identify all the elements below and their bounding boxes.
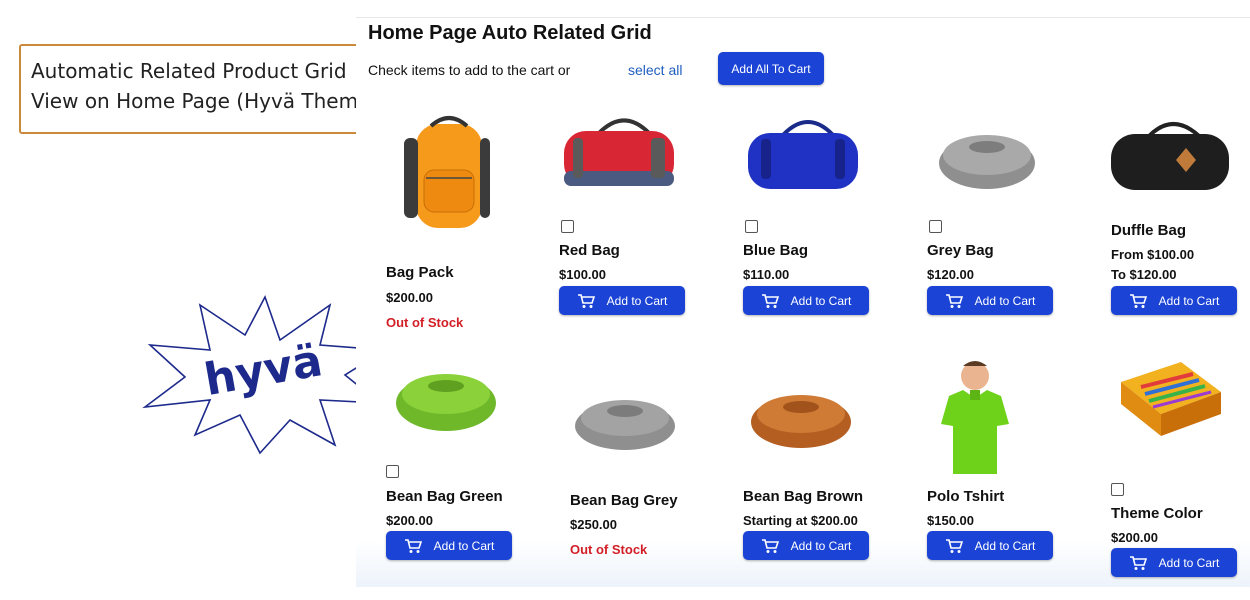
cart-icon <box>577 293 595 308</box>
product-card-polo-tshirt: Polo Tshirt $150.00 Add to Cart <box>927 348 1067 563</box>
polo-tshirt-icon[interactable] <box>927 354 1057 474</box>
select-all-link[interactable]: select all <box>628 62 682 78</box>
product-price: $250.00 <box>570 517 617 532</box>
product-name[interactable]: Bean Bag Brown <box>743 488 863 505</box>
product-checkbox[interactable] <box>561 220 574 233</box>
add-all-to-cart-button[interactable]: Add All To Cart <box>718 52 824 85</box>
caption-line-1: Automatic Related Product Grid <box>31 59 347 83</box>
caption-box: Automatic Related Product Grid View on H… <box>19 44 389 134</box>
product-checkbox[interactable] <box>929 220 942 233</box>
product-price: $200.00 <box>386 290 433 305</box>
add-to-cart-label: Add to Cart <box>790 538 852 553</box>
hyva-logo: hyvä <box>140 285 390 460</box>
product-price: $110.00 <box>743 267 790 282</box>
color-boxes-icon[interactable] <box>1111 352 1241 442</box>
grey-beanbag-icon[interactable] <box>927 103 1057 203</box>
product-card-bag-pack: Bag Pack $200.00 Out of Stock <box>386 108 526 330</box>
product-checkbox[interactable] <box>386 465 399 478</box>
red-duffle-icon[interactable] <box>559 103 689 203</box>
product-checkbox[interactable] <box>1111 483 1124 496</box>
product-name[interactable]: Blue Bag <box>743 242 808 259</box>
product-price: $120.00 <box>927 267 974 282</box>
related-grid-panel: Home Page Auto Related Grid Check items … <box>356 17 1250 587</box>
product-card-bean-bag-green: Bean Bag Green $200.00 Add to Cart <box>386 348 526 563</box>
stock-status: Out of Stock <box>386 315 464 330</box>
add-to-cart-label: Add to Cart <box>1158 293 1220 308</box>
cart-icon <box>1129 555 1147 570</box>
product-checkbox[interactable] <box>745 220 758 233</box>
panel-title: Home Page Auto Related Grid <box>368 22 652 44</box>
check-instruction: Check items to add to the cart or <box>368 62 571 78</box>
product-price: $100.00 <box>559 267 606 282</box>
cart-icon <box>1129 293 1147 308</box>
product-card-bean-bag-grey: Bean Bag Grey $250.00 Out of Stock <box>570 378 710 568</box>
product-name[interactable]: Bean Bag Grey <box>570 492 678 509</box>
caption-line-2: View on Home Page (Hyvä Themes) <box>31 89 389 113</box>
product-card-bean-bag-brown: Bean Bag Brown Starting at $200.00 Add t… <box>743 348 883 563</box>
add-to-cart-button[interactable]: Add to Cart <box>743 531 869 560</box>
add-to-cart-button[interactable]: Add to Cart <box>927 286 1053 315</box>
add-to-cart-button[interactable]: Add to Cart <box>559 286 685 315</box>
product-name[interactable]: Theme Color <box>1111 505 1203 522</box>
add-to-cart-button[interactable]: Add to Cart <box>1111 548 1237 577</box>
add-to-cart-button[interactable]: Add to Cart <box>927 531 1053 560</box>
cart-icon <box>404 538 422 553</box>
black-duffle-icon[interactable] <box>1111 108 1241 208</box>
product-card-blue-bag: Blue Bag $110.00 Add to Cart <box>743 103 883 318</box>
product-card-red-bag: Red Bag $100.00 Add to Cart <box>559 103 699 318</box>
cart-icon <box>761 538 779 553</box>
brown-beanbag-icon[interactable] <box>743 378 873 458</box>
product-card-theme-color: Theme Color $200.00 Add to Cart <box>1111 348 1250 577</box>
product-price: $200.00 <box>1111 530 1158 545</box>
add-to-cart-label: Add to Cart <box>974 538 1036 553</box>
add-to-cart-button[interactable]: Add to Cart <box>1111 286 1237 315</box>
product-name[interactable]: Polo Tshirt <box>927 488 1004 505</box>
add-to-cart-button[interactable]: Add to Cart <box>386 531 512 560</box>
add-to-cart-button[interactable]: Add to Cart <box>743 286 869 315</box>
product-card-duffle-bag: Duffle Bag From $100.00 To $120.00 Add t… <box>1111 108 1250 318</box>
backpack-icon[interactable] <box>386 108 516 233</box>
product-price: $200.00 <box>386 513 433 528</box>
product-card-grey-bag: Grey Bag $120.00 Add to Cart <box>927 103 1067 318</box>
cart-icon <box>945 293 963 308</box>
cart-icon <box>761 293 779 308</box>
product-name[interactable]: Bag Pack <box>386 264 454 281</box>
add-to-cart-label: Add to Cart <box>606 293 668 308</box>
add-to-cart-label: Add to Cart <box>1158 555 1220 570</box>
product-name[interactable]: Bean Bag Green <box>386 488 503 505</box>
product-name[interactable]: Red Bag <box>559 242 620 259</box>
blue-duffle-icon[interactable] <box>743 103 873 203</box>
product-name[interactable]: Duffle Bag <box>1111 222 1186 239</box>
price-from: From $100.00 <box>1111 247 1195 262</box>
green-beanbag-icon[interactable] <box>386 348 516 448</box>
add-to-cart-label: Add to Cart <box>433 538 495 553</box>
price-to: To $120.00 <box>1111 267 1177 282</box>
add-to-cart-label: Add to Cart <box>790 293 852 308</box>
add-to-cart-label: Add to Cart <box>974 293 1036 308</box>
product-name[interactable]: Grey Bag <box>927 242 994 259</box>
product-price: Starting at $200.00 <box>743 513 858 528</box>
product-price: $150.00 <box>927 513 974 528</box>
cart-icon <box>945 538 963 553</box>
grey-beanbag-icon[interactable] <box>570 378 700 458</box>
stock-status: Out of Stock <box>570 542 648 557</box>
